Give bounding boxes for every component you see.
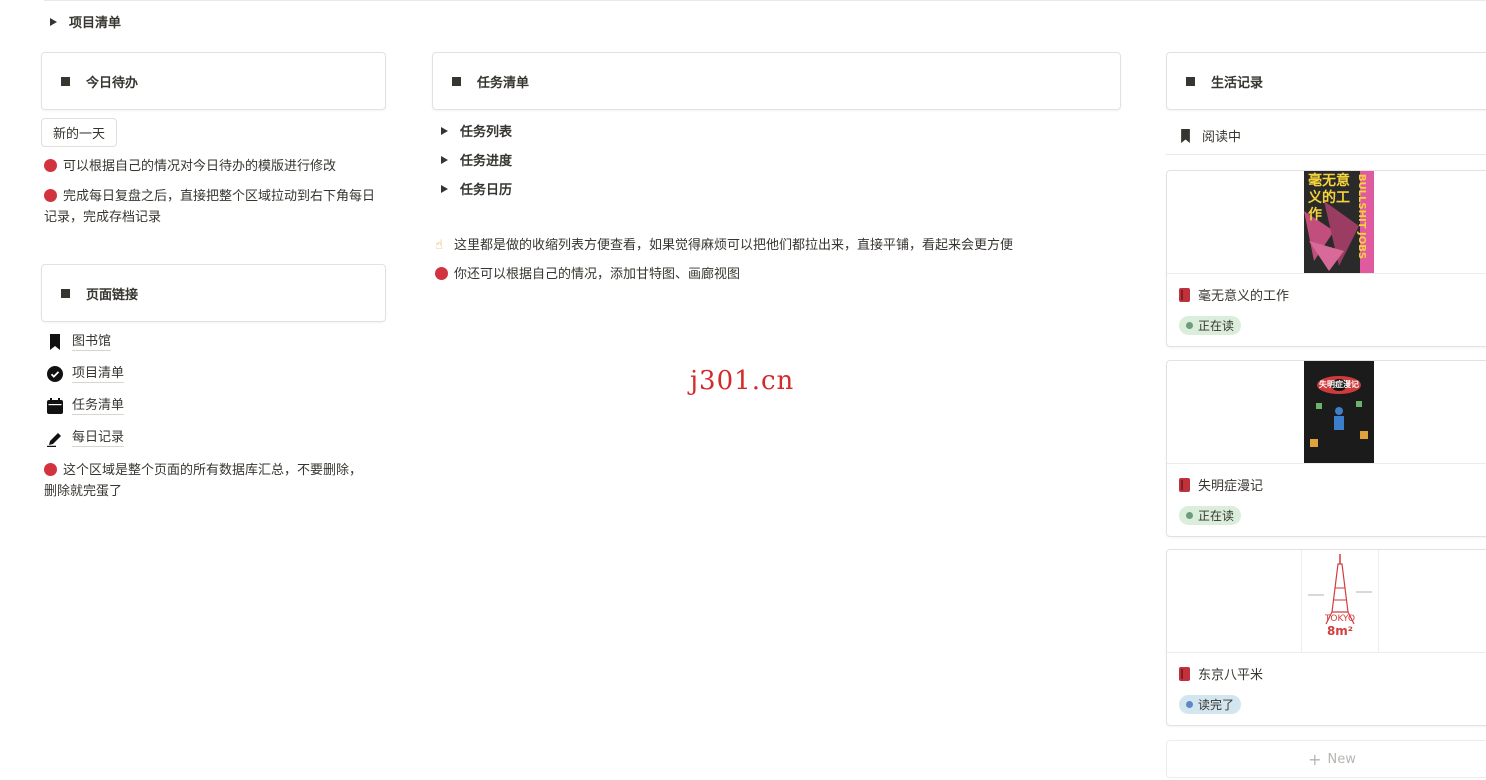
- card-title: 生活记录: [1211, 75, 1264, 91]
- red-circle-icon: [44, 189, 57, 202]
- card-title: 今日待办: [86, 75, 139, 91]
- life-record-card[interactable]: 生活记录: [1166, 52, 1486, 110]
- status-tag: 读完了: [1179, 695, 1242, 714]
- task-list-card[interactable]: 任务清单: [432, 52, 1121, 110]
- cover-title-1: 毫无意义的工作: [1308, 173, 1350, 223]
- square-icon: [61, 288, 70, 298]
- note-1: 可以根据自己的情况对今日待办的模版进行修改: [44, 156, 384, 177]
- cover-side-text-1: BULLSHIT JOBS: [1355, 173, 1367, 260]
- red-circle-icon: [44, 463, 57, 476]
- square-icon: [61, 76, 70, 86]
- view-tab-reading[interactable]: 阅读中: [1176, 126, 1241, 145]
- bookmark-icon: [46, 333, 64, 351]
- link-tasks[interactable]: 任务清单: [46, 397, 125, 415]
- plus-icon: +: [1308, 749, 1322, 769]
- top-divider: [44, 0, 1486, 1]
- links-note: 这个区域是整个页面的所有数据库汇总，不要删除，删除就完蛋了: [44, 463, 363, 499]
- toggle-label: 项目清单: [69, 16, 122, 31]
- red-circle-icon: [44, 159, 57, 172]
- toggle-task-list[interactable]: 任务列表: [441, 121, 512, 140]
- book-title: 毫无意义的工作: [1198, 289, 1290, 304]
- gallery-card-book-2[interactable]: 失明症漫记 失明症漫记 正在读: [1166, 360, 1486, 537]
- gantt-note: 你还可以根据自己的情况，添加甘特图、画廊视图: [435, 264, 1115, 285]
- square-icon: [1186, 76, 1195, 86]
- toggle-task-progress[interactable]: 任务进度: [441, 150, 512, 169]
- new-day-button[interactable]: 新的一天: [41, 118, 118, 147]
- pen-icon: [46, 429, 64, 447]
- red-circle-icon: [435, 267, 448, 280]
- book-icon: [1179, 287, 1190, 302]
- triangle-right-icon: [441, 126, 448, 135]
- book-icon: [1179, 477, 1190, 492]
- watermark: j301.cn: [690, 366, 795, 396]
- toggle-task-calendar[interactable]: 任务日历: [441, 179, 512, 198]
- book-cover-3: TOKYO 8m²: [1301, 550, 1379, 652]
- cover-title-2: 失明症漫记: [1319, 380, 1359, 389]
- cover-art-2: [1304, 361, 1374, 463]
- toggle-project-list[interactable]: 项目清单: [50, 12, 121, 31]
- triangle-right-icon: [50, 17, 57, 26]
- card-title: 页面链接: [86, 287, 139, 303]
- status-tag: 正在读: [1179, 506, 1242, 525]
- note-2: 完成每日复盘之后，直接把整个区域拉动到右下角每日记录，完成存档记录: [44, 189, 376, 225]
- gallery-card-book-1[interactable]: 毫无意义的工作 BULLSHIT JOBS 毫无意义的工作 正在读: [1166, 170, 1486, 347]
- gallery-card-book-3[interactable]: TOKYO 8m² 东京八平米 读完了: [1166, 549, 1486, 726]
- book-icon: [1179, 666, 1190, 681]
- status-dot-icon: [1186, 512, 1193, 519]
- card-title: 任务清单: [477, 75, 530, 91]
- today-todo-card[interactable]: 今日待办: [41, 52, 386, 110]
- status-dot-icon: [1186, 322, 1193, 329]
- tip-text: ☝ 这里都是做的收缩列表方便查看，如果觉得麻烦可以把他们都拉出来，直接平铺，看起来…: [435, 235, 1115, 256]
- status-tag: 正在读: [1179, 316, 1242, 335]
- triangle-right-icon: [441, 184, 448, 193]
- pointing-hand-icon: ☝: [435, 238, 443, 253]
- book-cover-1: 毫无意义的工作 BULLSHIT JOBS: [1304, 171, 1374, 273]
- cover-subtitle-3: 8m²: [1326, 624, 1354, 638]
- calendar-icon: [46, 397, 64, 415]
- status-dot-icon: [1186, 701, 1193, 708]
- new-item-button[interactable]: + New: [1166, 740, 1486, 778]
- link-library[interactable]: 图书馆: [46, 333, 112, 351]
- book-title: 失明症漫记: [1198, 479, 1264, 494]
- link-projects[interactable]: 项目清单: [46, 365, 125, 383]
- book-title: 东京八平米: [1198, 668, 1264, 683]
- square-icon: [452, 76, 461, 86]
- triangle-right-icon: [441, 155, 448, 164]
- link-daily-log[interactable]: 每日记录: [46, 429, 125, 447]
- view-divider: [1166, 154, 1486, 155]
- cover-title-3: TOKYO: [1324, 614, 1356, 624]
- check-circle-icon: [46, 365, 64, 383]
- book-cover-2: 失明症漫记: [1304, 361, 1374, 463]
- bookmark-icon: [1176, 127, 1194, 145]
- page-links-card[interactable]: 页面链接: [41, 264, 386, 322]
